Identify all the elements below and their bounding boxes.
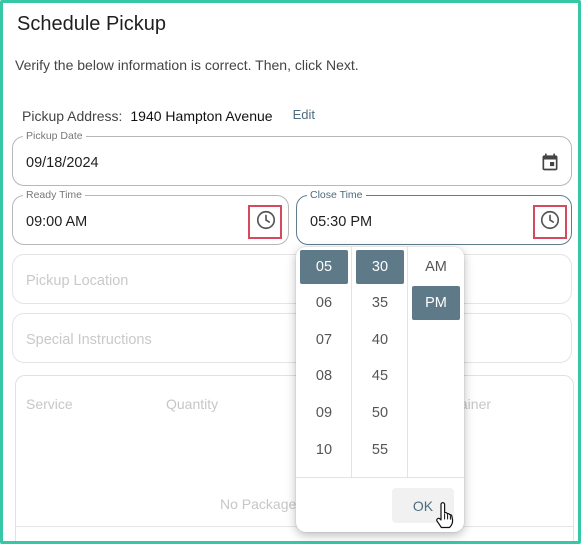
- ready-time-value: 09:00 AM: [26, 214, 88, 230]
- hour-option-06[interactable]: 06: [300, 286, 348, 320]
- pickup-date-field[interactable]: Pickup Date 09/18/2024: [12, 130, 572, 186]
- hand-cursor-icon: [434, 502, 456, 530]
- close-time-value: 05:30 PM: [310, 214, 373, 230]
- period-column[interactable]: AM PM: [408, 247, 464, 477]
- dialog-title: Schedule Pickup: [17, 13, 166, 35]
- pickup-location-placeholder: Pickup Location: [26, 273, 129, 289]
- ready-time-icon-highlight: [248, 205, 282, 239]
- pickup-location-field[interactable]: Pickup Location: [12, 254, 572, 304]
- time-picker-popup: 05 06 07 08 09 10 30 35 40 45 50 55 AM P…: [296, 247, 464, 532]
- minute-option-55[interactable]: 55: [356, 433, 404, 467]
- calendar-icon[interactable]: [538, 150, 562, 174]
- column-header-service: Service: [26, 396, 73, 412]
- hour-option-05[interactable]: 05: [300, 250, 348, 284]
- period-option-pm[interactable]: PM: [412, 286, 460, 320]
- pickup-address-value: 1940 Hampton Avenue: [130, 108, 273, 124]
- close-time-field[interactable]: Close Time 05:30 PM: [296, 189, 572, 245]
- edit-address-link[interactable]: Edit: [293, 107, 315, 122]
- empty-table-message: No Packages: [220, 496, 304, 512]
- packages-table: Service Quantity tainer No Packages: [15, 375, 574, 541]
- minute-option-45[interactable]: 45: [356, 359, 404, 393]
- period-option-am[interactable]: AM: [412, 250, 460, 284]
- dialog-subtitle: Verify the below information is correct.…: [15, 57, 359, 73]
- ready-time-label: Ready Time: [23, 189, 86, 201]
- table-footer: [16, 526, 573, 541]
- pickup-date-label: Pickup Date: [23, 130, 86, 142]
- column-header-quantity: Quantity: [166, 396, 219, 412]
- close-time-label: Close Time: [307, 189, 366, 201]
- close-time-icon-highlight: [533, 205, 567, 239]
- hour-column[interactable]: 05 06 07 08 09 10: [296, 247, 352, 477]
- minute-column[interactable]: 30 35 40 45 50 55: [352, 247, 408, 477]
- pickup-date-value: 09/18/2024: [26, 155, 99, 171]
- hour-option-10[interactable]: 10: [300, 433, 348, 467]
- minute-option-50[interactable]: 50: [356, 396, 404, 430]
- hour-option-08[interactable]: 08: [300, 359, 348, 393]
- hour-option-07[interactable]: 07: [300, 323, 348, 357]
- minute-option-35[interactable]: 35: [356, 286, 404, 320]
- minute-option-30[interactable]: 30: [356, 250, 404, 284]
- hour-option-09[interactable]: 09: [300, 396, 348, 430]
- special-instructions-placeholder: Special Instructions: [26, 332, 152, 348]
- pickup-address-row: Pickup Address: 1940 Hampton Avenue Edit: [22, 107, 315, 125]
- pickup-address-label: Pickup Address:: [22, 108, 123, 124]
- special-instructions-field[interactable]: Special Instructions: [12, 313, 572, 363]
- minute-option-40[interactable]: 40: [356, 323, 404, 357]
- schedule-pickup-dialog: Schedule Pickup Verify the below informa…: [0, 0, 581, 544]
